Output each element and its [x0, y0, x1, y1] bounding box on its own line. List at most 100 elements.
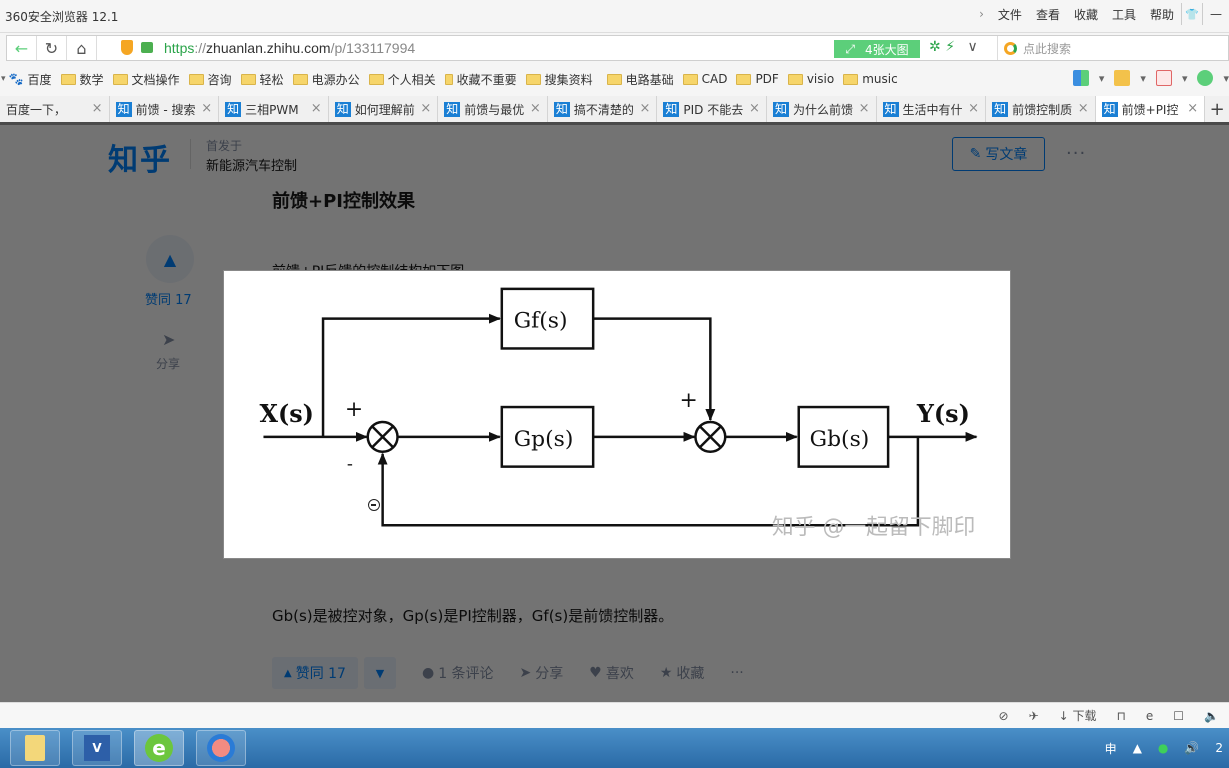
- tray-expand-icon[interactable]: ▲: [1133, 741, 1142, 755]
- bookmark-folder[interactable]: 搜集资料: [525, 71, 598, 88]
- url-scheme: https: [164, 40, 195, 56]
- bookmark-folder[interactable]: 文档操作: [112, 71, 180, 88]
- menu-file[interactable]: 文件: [991, 6, 1029, 23]
- dropdown-icon[interactable]: ▾: [1182, 72, 1188, 85]
- tab-item[interactable]: 知前馈与最优 ×: [438, 96, 548, 122]
- sound-icon[interactable]: 🔈: [1204, 709, 1219, 723]
- tab-item[interactable]: 知为什么前馈 ×: [767, 96, 877, 122]
- browser-statusbar: ⊘ ✈ ↓ 下载 ⊓ e ☐ 🔈: [0, 702, 1229, 728]
- tab-label: 三相PWM: [245, 102, 299, 117]
- coupon-icon[interactable]: [1114, 70, 1131, 86]
- bookmarks-bar: ▾ 🐾 百度 数学 文档操作 咨询 轻松 电源办公 个人相关 收藏不重要 搜集资料…: [0, 62, 1229, 96]
- tab-item[interactable]: 知前馈控制质 ×: [986, 96, 1096, 122]
- apps-grid-icon[interactable]: [1072, 70, 1089, 86]
- menu-help[interactable]: 帮助: [1143, 6, 1181, 23]
- bookmark-folder[interactable]: PDF: [736, 72, 779, 86]
- taskbar-explorer[interactable]: [10, 730, 60, 766]
- rocket-icon[interactable]: ✈: [1029, 709, 1039, 723]
- tab-close-icon[interactable]: ×: [420, 101, 431, 116]
- zhihu-favicon: 知: [334, 101, 351, 117]
- tab-label: 生活中有什: [902, 102, 963, 117]
- bookmark-folder[interactable]: CAD: [682, 72, 727, 86]
- bookmark-folder[interactable]: visio: [787, 72, 834, 86]
- home-icon[interactable]: ⌂: [67, 36, 97, 60]
- menu-tools[interactable]: 工具: [1105, 6, 1143, 23]
- big-images-button[interactable]: ⤢ 4张大图: [834, 40, 920, 58]
- tab-item[interactable]: 知三相PWM ×: [219, 96, 329, 122]
- bookmarks-expand-icon[interactable]: ▾: [1, 74, 6, 84]
- tab-baidu[interactable]: 百度一下， ×: [0, 96, 110, 122]
- bookmark-folder[interactable]: music: [843, 72, 898, 86]
- taskbar-app[interactable]: [196, 730, 246, 766]
- bookmark-label: 百度: [27, 72, 52, 87]
- tab-item[interactable]: 知搞不清楚的 ×: [548, 96, 658, 122]
- minimize-button[interactable]: —: [1203, 7, 1229, 21]
- tab-active[interactable]: 知前馈+PI控 ×: [1095, 96, 1206, 122]
- ime-indicator[interactable]: 申: [1105, 740, 1117, 757]
- bookmark-folder[interactable]: 电路基础: [606, 71, 674, 88]
- bookmark-label: 电源办公: [311, 72, 360, 87]
- shield-icon[interactable]: [121, 40, 133, 55]
- url-input[interactable]: https://zhuanlan.zhihu.com/p/133117994: [164, 40, 415, 56]
- back-arrow-icon[interactable]: ←: [7, 36, 37, 60]
- speed-dial-icon[interactable]: ✲: [929, 39, 941, 55]
- bookmark-folder[interactable]: 咨询: [188, 71, 232, 88]
- bookmark-folder[interactable]: 个人相关: [368, 71, 436, 88]
- bookmark-folder[interactable]: 轻松: [240, 71, 284, 88]
- taskbar-360-browser[interactable]: e: [134, 730, 184, 766]
- lightbox-image[interactable]: X(s) Y(s) Gf(s) Gp(s) Gb(s) + - + 知乎 @一起…: [223, 270, 1011, 559]
- window-icon[interactable]: ☐: [1173, 709, 1184, 723]
- url-path: /p/133117994: [330, 40, 416, 56]
- tab-label: 前馈与最优: [464, 102, 525, 117]
- tab-close-icon[interactable]: ×: [92, 101, 103, 116]
- folder-icon: [60, 73, 76, 85]
- translate-icon[interactable]: ⊓: [1117, 709, 1126, 723]
- bookmark-label: 咨询: [207, 72, 232, 87]
- volume-icon[interactable]: 🔊: [1184, 741, 1199, 755]
- lock-icon[interactable]: [141, 42, 153, 53]
- security-shield-icon[interactable]: [1197, 70, 1214, 86]
- speedup-icon[interactable]: ⊘: [999, 709, 1009, 723]
- tab-close-icon[interactable]: ×: [201, 101, 212, 116]
- dropdown-icon[interactable]: ▾: [1140, 72, 1146, 85]
- dropdown-icon[interactable]: ▾: [1223, 72, 1229, 85]
- tab-close-icon[interactable]: ×: [530, 101, 541, 116]
- taskbar-visio[interactable]: V: [72, 730, 122, 766]
- tab-close-icon[interactable]: ×: [311, 101, 322, 116]
- tab-item[interactable]: 知生活中有什 ×: [877, 96, 987, 122]
- search-box[interactable]: 点此搜索: [997, 36, 1071, 60]
- bookmark-baidu[interactable]: 🐾 百度: [9, 71, 52, 88]
- tab-item[interactable]: 知如何理解前 ×: [329, 96, 439, 122]
- clock[interactable]: 2: [1215, 741, 1223, 755]
- skin-shirt-icon[interactable]: 👕: [1181, 3, 1203, 25]
- ie-mode-icon[interactable]: e: [1146, 709, 1153, 723]
- download-button[interactable]: ↓ 下载: [1059, 707, 1097, 724]
- bookmark-folder[interactable]: 数学: [60, 71, 104, 88]
- bookmark-folder[interactable]: 电源办公: [292, 71, 360, 88]
- dropdown-chevron-icon[interactable]: ∨: [967, 39, 977, 55]
- dropdown-icon[interactable]: ▾: [1099, 72, 1105, 85]
- tab-item[interactable]: 知 PID 不能去 ×: [657, 96, 767, 122]
- lightning-icon[interactable]: ⚡: [945, 39, 955, 55]
- search-input[interactable]: 点此搜索: [1023, 40, 1071, 57]
- tab-close-icon[interactable]: ×: [1078, 101, 1089, 116]
- folder-icon: [525, 73, 541, 85]
- reload-icon[interactable]: ↻: [37, 36, 67, 60]
- tab-close-icon[interactable]: ×: [1187, 101, 1198, 116]
- expand-arrow-icon[interactable]: ›: [972, 7, 991, 21]
- tab-close-icon[interactable]: ×: [859, 101, 870, 116]
- wechat-icon[interactable]: ●: [1158, 741, 1168, 755]
- tab-close-icon[interactable]: ×: [749, 101, 760, 116]
- search-engine-icon[interactable]: [1004, 41, 1017, 55]
- sum1-plus-sign: +: [345, 397, 363, 422]
- bookmark-folder[interactable]: 收藏不重要: [444, 71, 517, 88]
- folder-icon: [682, 73, 698, 85]
- tab-label: PID 不能去: [683, 102, 744, 117]
- menu-view[interactable]: 查看: [1029, 6, 1067, 23]
- pdf-reader-icon[interactable]: [1155, 70, 1172, 86]
- tab-close-icon[interactable]: ×: [639, 101, 650, 116]
- tab-close-icon[interactable]: ×: [968, 101, 979, 116]
- new-tab-button[interactable]: +: [1205, 96, 1229, 122]
- tab-item[interactable]: 知前馈 - 搜索 ×: [110, 96, 220, 122]
- menu-favorites[interactable]: 收藏: [1067, 6, 1105, 23]
